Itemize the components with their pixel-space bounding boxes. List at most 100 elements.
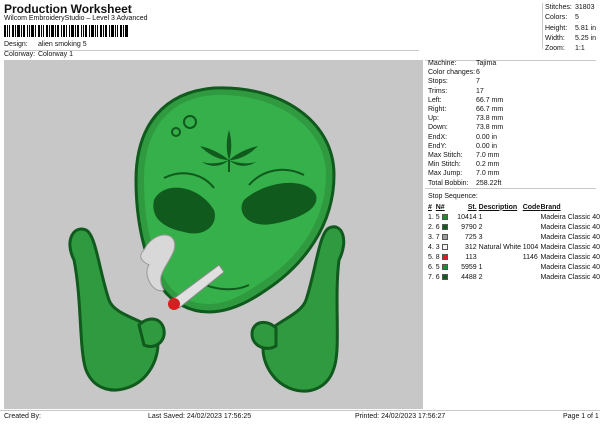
info-row: Max Stitch: 7.0 mm	[428, 152, 500, 160]
info-row: Machine: Tajima	[428, 60, 497, 67]
row-stitches: 4488	[461, 273, 477, 281]
info-row: Left: 66.7 mm	[428, 96, 504, 104]
machine-info: Machine: Tajima Color changes:6 Stops: 7 T…	[428, 59, 503, 188]
colorway-value: Colorway 1	[37, 51, 73, 58]
stop-sequence-title: Stop Sequence:	[428, 193, 478, 200]
row-brand: Madeira Classic 40	[540, 263, 600, 271]
info-row: Total Bobbin: 258.22ft	[428, 179, 502, 187]
row-num: 4.	[428, 243, 434, 251]
software-subtitle: Wilcom EmbroideryStudio – Level 3 Advanc…	[4, 15, 148, 22]
design-value: alien smoking 5	[37, 41, 87, 48]
stat-height: Height: 5.81 in	[545, 24, 597, 32]
info-row: Right: 66.7 mm	[428, 106, 504, 114]
color-swatch	[441, 243, 448, 250]
row-needle: 6	[436, 272, 455, 282]
row-needle: 8	[436, 252, 455, 262]
row-num: 3.	[428, 233, 434, 241]
info-row: EndY: 0.00 in	[428, 142, 498, 150]
row-needle: 6	[436, 222, 455, 232]
col-description: Description	[478, 203, 518, 211]
info-row: Up: 73.8 mm	[428, 115, 504, 123]
design-row: Design: alien smoking 5	[4, 41, 87, 48]
stop-sequence: Stop Sequence: # N# St. Description Code…	[428, 193, 600, 282]
table-row: 1. 5 10414 1 Madeira Classic 40	[428, 212, 600, 222]
table-row: 7. 6 4488 2 Madeira Classic 40	[428, 272, 600, 282]
color-swatch	[441, 233, 448, 240]
last-saved: Last Saved: 24/02/2023 17:56:25	[148, 413, 252, 420]
stat-width: Width: 5.25 in	[545, 34, 597, 42]
row-num: 6.	[428, 263, 434, 271]
row-description: 2	[478, 223, 483, 231]
row-description: Natural White	[478, 243, 522, 251]
row-num: 2.	[428, 223, 434, 231]
col-num: #	[428, 203, 432, 211]
table-row: 3. 7 725 3 Madeira Classic 40	[428, 232, 600, 242]
col-code: Code	[522, 203, 541, 211]
row-needle: 5	[436, 262, 455, 272]
row-stitches: 113	[465, 253, 477, 261]
colorway-row: Colorway: Colorway 1	[4, 51, 73, 58]
row-needle: 3	[436, 242, 455, 252]
row-code	[523, 212, 541, 222]
table-row: 5. 8 113 1146 Madeira Classic 40	[428, 252, 600, 262]
row-description: 1	[478, 263, 483, 271]
table-header-row: # N# St. Description Code Brand	[428, 202, 600, 212]
row-stitches: 10414	[457, 213, 477, 221]
row-needle: 7	[436, 232, 455, 242]
page-number: Page 1 of 1	[563, 413, 599, 420]
color-swatch	[441, 213, 448, 220]
stat-stitches: Stitches: 31803	[545, 4, 595, 11]
stats-panel: Stitches: 31803 Colors: 5 Height: 5.81 in W…	[542, 3, 597, 54]
info-row: Color changes:6	[428, 69, 480, 77]
stop-sequence-table: # N# St. Description Code Brand 1. 5 10414…	[428, 202, 600, 282]
barcode	[4, 25, 128, 37]
row-brand: Madeira Classic 40	[540, 243, 600, 251]
row-code	[523, 272, 541, 282]
footer-divider	[0, 410, 600, 411]
colorway-label: Colorway:	[4, 51, 36, 58]
row-code: 1146	[522, 253, 538, 261]
stat-zoom: Zoom: 1:1	[545, 45, 585, 53]
row-stitches: 312	[464, 243, 477, 251]
row-code	[523, 232, 541, 242]
created-by: Created By:	[4, 413, 41, 420]
design-label: Design:	[4, 41, 28, 48]
page-title: Production Worksheet	[4, 2, 132, 16]
design-preview	[4, 60, 423, 409]
row-brand: Madeira Classic 40	[540, 273, 600, 281]
row-description: 3	[478, 233, 483, 241]
color-swatch	[441, 223, 448, 230]
table-row: 4. 3 312 Natural White 1004 Madeira Classic 4…	[428, 242, 600, 252]
row-code: 1004	[522, 243, 539, 251]
row-code	[523, 222, 541, 232]
info-row: Max Jump: 7.0 mm	[428, 170, 500, 178]
stat-colors: Colors: 5	[545, 14, 579, 22]
color-swatch	[441, 253, 448, 260]
row-brand: Madeira Classic 40	[540, 223, 600, 231]
col-n: N#	[435, 203, 445, 211]
row-stitches: 725	[464, 233, 477, 241]
row-num: 7.	[428, 273, 434, 281]
divider	[425, 188, 596, 189]
row-stitches: 5959	[461, 263, 477, 271]
row-stitches: 9790	[461, 223, 477, 231]
table-row: 6. 5 5959 1 Madeira Classic 40	[428, 262, 600, 272]
row-code	[523, 262, 541, 272]
row-needle: 5	[436, 212, 455, 222]
col-brand: Brand	[540, 203, 561, 211]
row-brand: Madeira Classic 40	[540, 213, 600, 221]
table-row: 2. 6 9790 2 Madeira Classic 40	[428, 222, 600, 232]
col-st: St.	[467, 203, 477, 211]
row-description: 2	[478, 273, 483, 281]
printed-date: Printed: 24/02/2023 17:56:27	[355, 413, 446, 420]
info-row: Stops: 7	[428, 78, 480, 86]
color-swatch	[441, 273, 448, 280]
stats-divider	[542, 3, 543, 49]
info-row: Min Stitch: 0.2 mm	[428, 161, 500, 169]
row-num: 1.	[428, 213, 434, 221]
alien-embroidery-image	[68, 86, 346, 393]
info-row: Trims: 17	[428, 87, 484, 95]
row-brand: Madeira Classic 40	[540, 253, 600, 261]
info-row: EndX: 0.00 in	[428, 133, 498, 141]
row-description	[479, 252, 523, 262]
